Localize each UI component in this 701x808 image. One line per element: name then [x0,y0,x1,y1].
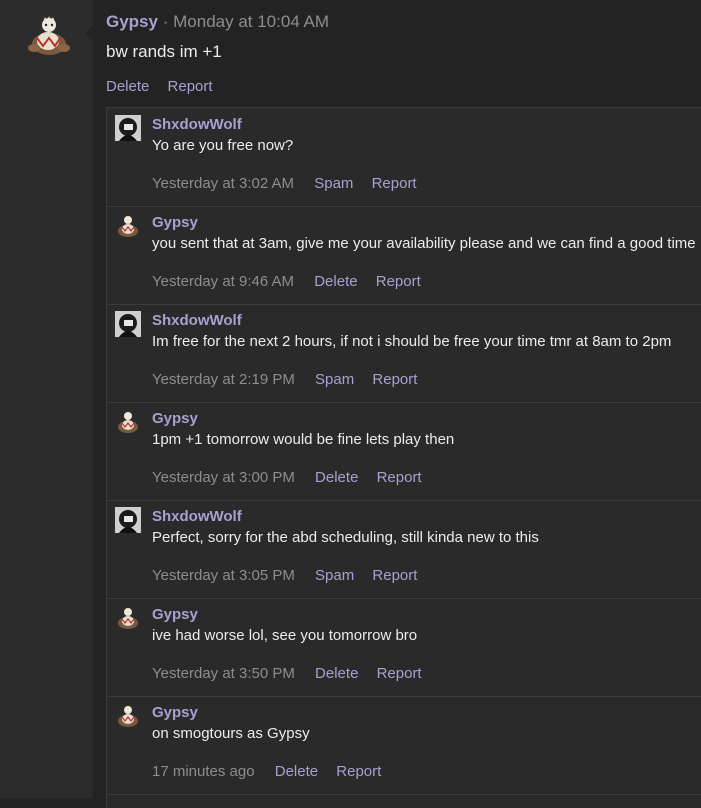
post-time[interactable]: Monday at 10:04 AM [173,12,329,31]
comment: ShxdowWolf Perfect, sorry for the abd sc… [107,500,701,599]
comment-text: Perfect, sorry for the abd scheduling, s… [152,529,539,546]
post-pointer-arrow [85,26,93,40]
comment-time[interactable]: Yesterday at 9:46 AM [152,273,294,290]
gypsy-avatar[interactable] [115,703,141,729]
comment-time[interactable]: Yesterday at 2:19 PM [152,371,295,388]
comment-delete-link[interactable]: Delete [315,469,358,486]
comment-text: 1pm +1 tomorrow would be fine lets play … [152,431,455,448]
comment: ShxdowWolf Im free for the next 2 hours,… [107,304,701,403]
comment-report-link[interactable]: Report [372,371,417,388]
comment-report-link[interactable]: Report [376,273,421,290]
comment-author[interactable]: Gypsy [152,606,198,623]
post-report-link[interactable]: Report [168,78,213,95]
post-actions: Delete Report [106,78,227,95]
comment-author[interactable]: ShxdowWolf [152,312,242,329]
left-column [0,0,93,798]
comment-time[interactable]: Yesterday at 3:02 AM [152,175,294,192]
comment-spam-link[interactable]: Spam [315,371,354,388]
comment-author[interactable]: Gypsy [152,214,198,231]
comment-spam-link[interactable]: Spam [314,175,353,192]
comment-meta: Yesterday at 3:50 PM Delete Report [152,665,436,682]
comment-delete-link[interactable]: Delete [315,665,358,682]
comment: Gypsy you sent that at 3am, give me your… [107,206,701,305]
shxdowwolf-avatar[interactable] [115,115,141,141]
comment-meta: Yesterday at 9:46 AM Delete Report [152,273,435,290]
comment-text: ive had worse lol, see you tomorrow bro [152,627,418,644]
comment-report-link[interactable]: Report [377,665,422,682]
comment-spam-link[interactable]: Spam [315,567,354,584]
post-body: bw rands im +1 [106,42,222,61]
post-separator: · [162,12,169,31]
comment-meta: Yesterday at 3:05 PM Spam Report [152,567,431,584]
comment-time[interactable]: Yesterday at 3:05 PM [152,567,295,584]
comment: Gypsy 1pm +1 tomorrow would be fine lets… [107,402,701,501]
shxdowwolf-avatar[interactable] [115,507,141,533]
comment-text: you sent that at 3am, give me your avail… [152,235,696,252]
comment-meta: 17 minutes ago Delete Report [152,763,395,780]
gypsy-avatar[interactable] [25,14,71,58]
comment-meta: Yesterday at 3:02 AM Spam Report [152,175,431,192]
comment-author[interactable]: ShxdowWolf [152,116,242,133]
comment-report-link[interactable]: Report [372,175,417,192]
comment-text: Yo are you free now? [152,137,294,154]
comment-report-link[interactable]: Report [372,567,417,584]
comment-delete-link[interactable]: Delete [275,763,318,780]
gypsy-avatar[interactable] [115,213,141,239]
comment-time[interactable]: Yesterday at 3:00 PM [152,469,295,486]
comment-delete-link[interactable]: Delete [314,273,357,290]
comment-author[interactable]: Gypsy [152,704,198,721]
shxdowwolf-avatar[interactable] [115,311,141,337]
post-header: Gypsy · Monday at 10:04 AM [106,12,329,32]
comment-meta: Yesterday at 2:19 PM Spam Report [152,371,431,388]
comment: Gypsy ive had worse lol, see you tomorro… [107,598,701,697]
comment-author[interactable]: ShxdowWolf [152,508,242,525]
comment-time[interactable]: 17 minutes ago [152,763,255,780]
comment-list: ShxdowWolf Yo are you free now? Yesterda… [106,107,701,808]
comment-text: Im free for the next 2 hours, if not i s… [152,333,672,350]
comment-report-link[interactable]: Report [377,469,422,486]
comment: Gypsy on smogtours as Gypsy 17 minutes a… [107,696,701,795]
gypsy-avatar[interactable] [115,409,141,435]
comment-time[interactable]: Yesterday at 3:50 PM [152,665,295,682]
post-author[interactable]: Gypsy [106,12,158,31]
comment: ShxdowWolf Yo are you free now? Yesterda… [107,108,701,207]
gypsy-avatar[interactable] [115,605,141,631]
post-delete-link[interactable]: Delete [106,78,149,95]
comment-report-link[interactable]: Report [336,763,381,780]
comment-author[interactable]: Gypsy [152,410,198,427]
comment-text: on smogtours as Gypsy [152,725,310,742]
comment-meta: Yesterday at 3:00 PM Delete Report [152,469,436,486]
